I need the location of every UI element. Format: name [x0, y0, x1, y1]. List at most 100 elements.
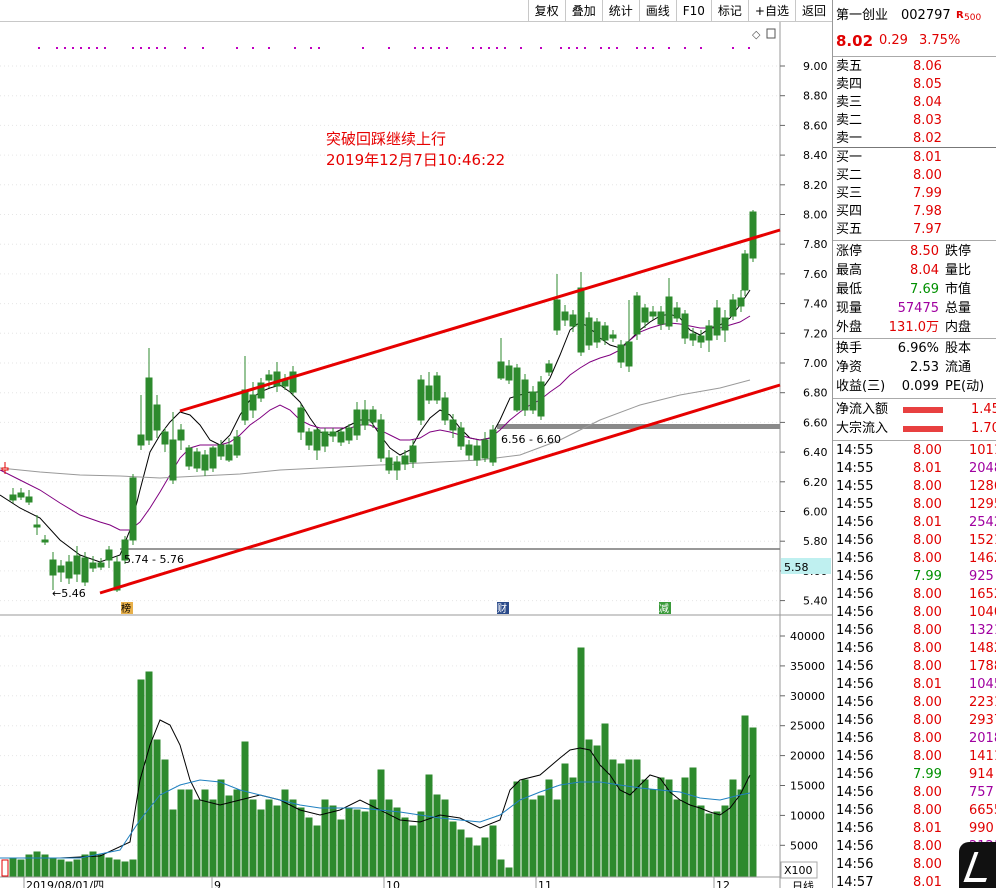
toolbar-button-4[interactable]: F10	[675, 0, 711, 22]
candle-body[interactable]	[9, 494, 17, 501]
candle-body[interactable]	[749, 211, 757, 259]
candle-body[interactable]	[89, 562, 97, 569]
toolbar-button-3[interactable]: 画线	[638, 0, 676, 22]
candle-body[interactable]	[529, 391, 537, 411]
candle-body[interactable]	[193, 451, 201, 469]
candle-body[interactable]	[377, 419, 385, 459]
candle-body[interactable]	[689, 333, 697, 341]
candle-body[interactable]	[521, 379, 529, 411]
candle-body[interactable]	[385, 457, 393, 471]
candle-body[interactable]	[265, 374, 273, 381]
candle-body[interactable]	[481, 439, 489, 459]
candle-body[interactable]	[297, 407, 305, 433]
candle-body[interactable]	[497, 361, 505, 379]
candle-body[interactable]	[369, 409, 377, 423]
candle-body[interactable]	[617, 344, 625, 363]
candle-body[interactable]	[625, 341, 633, 367]
candle-body[interactable]	[425, 385, 433, 401]
candle-body[interactable]	[409, 445, 417, 463]
candle-body[interactable]	[225, 444, 233, 461]
toolbar-button-5[interactable]: 标记	[710, 0, 748, 22]
candle-body[interactable]	[217, 444, 225, 457]
candle-body[interactable]	[361, 409, 369, 426]
candle-body[interactable]	[545, 363, 553, 373]
candle-body[interactable]	[73, 555, 81, 575]
event-marker-bang-label[interactable]: 榜	[121, 602, 131, 615]
toolbar-button-7[interactable]: 返回	[794, 0, 832, 22]
candle-body[interactable]	[633, 295, 641, 335]
candle-body[interactable]	[353, 409, 361, 436]
candle-body[interactable]	[65, 561, 73, 579]
candle-body[interactable]	[713, 307, 721, 336]
candle-body[interactable]	[553, 299, 561, 331]
candle-body[interactable]	[721, 317, 729, 331]
candle-body[interactable]	[537, 381, 545, 417]
toolbar-button-1[interactable]: 叠加	[564, 0, 602, 22]
candle-body[interactable]	[417, 379, 425, 421]
candle-body[interactable]	[209, 447, 217, 469]
candle-body[interactable]	[489, 429, 497, 463]
candle-body[interactable]	[161, 431, 169, 445]
candle-body[interactable]	[513, 367, 521, 411]
candle-body[interactable]	[1, 467, 9, 471]
candle-body[interactable]	[33, 524, 41, 528]
candle-body[interactable]	[185, 447, 193, 467]
candle-body[interactable]	[313, 429, 321, 451]
candle-body[interactable]	[441, 397, 449, 421]
candle-body[interactable]	[393, 461, 401, 471]
candle-body[interactable]	[737, 297, 745, 307]
candle-body[interactable]	[249, 394, 257, 411]
candle-body[interactable]	[169, 439, 177, 481]
candle-body[interactable]	[609, 334, 617, 339]
candle-body[interactable]	[129, 477, 137, 541]
candle-body[interactable]	[137, 434, 145, 446]
candle-body[interactable]	[741, 253, 749, 291]
candle-body[interactable]	[457, 427, 465, 447]
toolbar-button-2[interactable]: 统计	[601, 0, 639, 22]
candle-body[interactable]	[17, 492, 25, 498]
candle-body[interactable]	[473, 445, 481, 461]
candle-body[interactable]	[657, 311, 665, 325]
candle-body[interactable]	[729, 299, 737, 317]
candle-body[interactable]	[329, 431, 337, 437]
candle-body[interactable]	[49, 559, 57, 576]
period-label[interactable]: 日线	[792, 879, 814, 888]
candle-body[interactable]	[465, 444, 473, 456]
candle-body[interactable]	[233, 436, 241, 456]
candle-body[interactable]	[97, 562, 105, 568]
event-marker-cai-label[interactable]: 财	[497, 602, 507, 615]
candle-body[interactable]	[673, 307, 681, 319]
candle-body[interactable]	[345, 427, 353, 441]
candle-body[interactable]	[641, 307, 649, 323]
candle-body[interactable]	[337, 431, 345, 443]
candle-body[interactable]	[705, 325, 713, 341]
candle-body[interactable]	[241, 389, 249, 421]
candle-body[interactable]	[697, 335, 705, 343]
candle-body[interactable]	[449, 419, 457, 431]
candle-body[interactable]	[681, 313, 689, 339]
candle-body[interactable]	[177, 429, 185, 441]
candle-body[interactable]	[41, 539, 49, 543]
candle-body[interactable]	[401, 455, 409, 465]
candle-body[interactable]	[433, 375, 441, 401]
candle-body[interactable]	[201, 454, 209, 471]
candle-body[interactable]	[561, 311, 569, 321]
candle-body[interactable]	[585, 317, 593, 346]
candle-body[interactable]	[665, 296, 673, 327]
event-marker-jian-label[interactable]: 减	[659, 603, 669, 615]
candle-body[interactable]	[57, 565, 65, 573]
toolbar-button-0[interactable]: 复权	[527, 0, 565, 22]
candle-body[interactable]	[649, 311, 657, 317]
candle-body[interactable]	[105, 549, 113, 561]
candle-body[interactable]	[577, 287, 585, 353]
candle-body[interactable]	[153, 404, 161, 431]
candle-body[interactable]	[569, 314, 577, 327]
candle-body[interactable]	[145, 377, 153, 441]
candle-body[interactable]	[25, 496, 33, 503]
candle-body[interactable]	[505, 365, 513, 381]
candle-body[interactable]	[593, 321, 601, 343]
candle-body[interactable]	[321, 431, 329, 447]
candle-body[interactable]	[305, 431, 313, 446]
candle-body[interactable]	[81, 557, 89, 583]
toolbar-button-6[interactable]: +自选	[747, 0, 795, 22]
